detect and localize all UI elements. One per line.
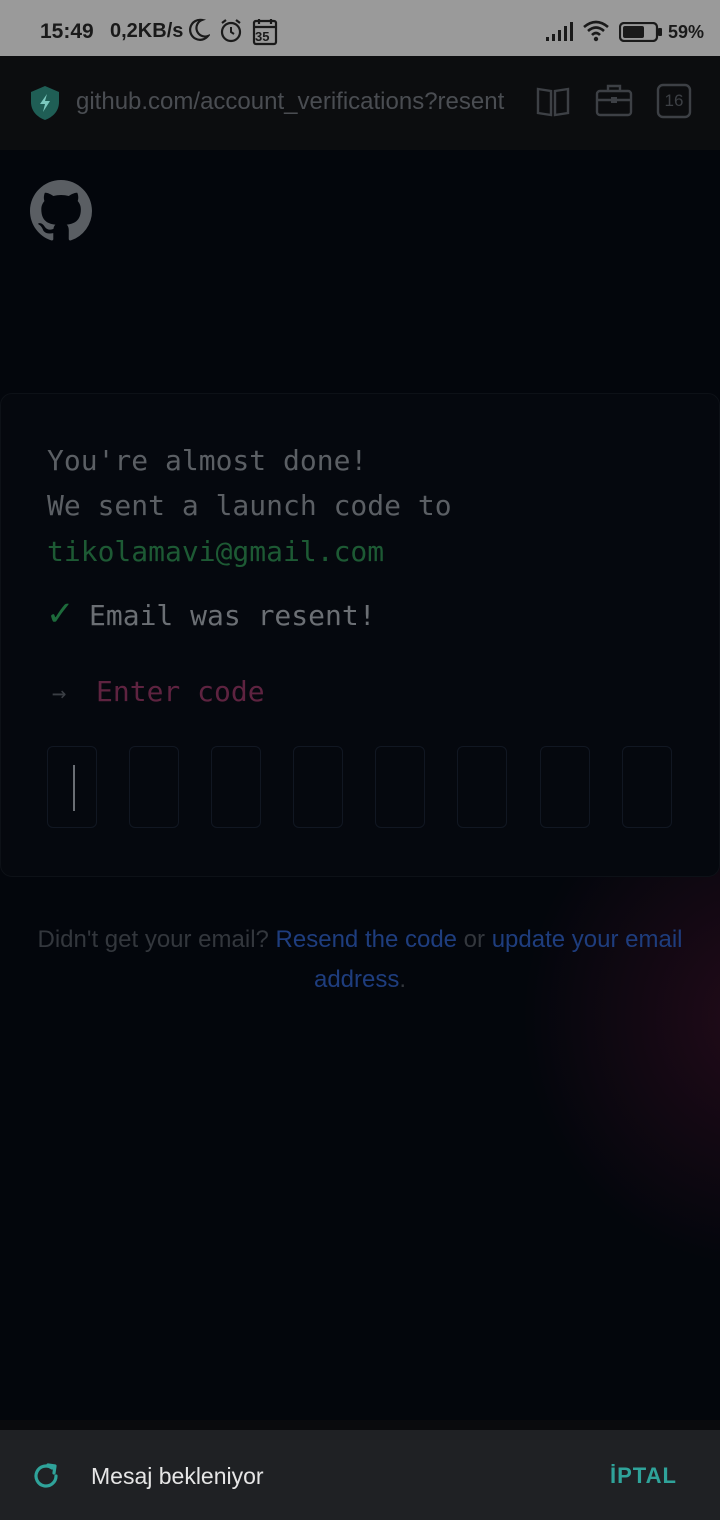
wifi-icon — [582, 20, 610, 47]
browser-url-bar: github.com/account_verifications?resent … — [0, 56, 720, 150]
email-address: tikolamavi@gmail.com — [47, 535, 385, 568]
waiting-message: Mesaj bekleniyor — [91, 1463, 264, 1489]
code-digit-input[interactable] — [622, 746, 672, 828]
arrow-right-icon: → — [52, 679, 67, 707]
help-text: Didn't get your email? Resend the code o… — [30, 920, 690, 1000]
signal-icon — [545, 22, 573, 47]
shield-lightning-icon[interactable] — [28, 84, 62, 127]
moon-icon — [188, 18, 212, 47]
code-digit-input[interactable] — [375, 746, 425, 828]
tab-count-icon[interactable]: 16 — [656, 83, 692, 124]
alarm-icon — [219, 18, 243, 49]
help-suffix: . — [399, 966, 407, 993]
cancel-button[interactable]: İPTAL — [610, 1463, 677, 1489]
text-caret — [73, 765, 75, 811]
code-digit-input[interactable] — [540, 746, 590, 828]
sent-code-text: We sent a launch code to — [47, 489, 452, 522]
email-resent-message: Email was resent! — [89, 599, 376, 632]
refresh-icon — [30, 1460, 62, 1497]
sms-waiting-sheet: Mesaj bekleniyor İPTAL — [0, 1430, 720, 1520]
enter-code-label: Enter code — [96, 675, 265, 708]
network-speed: 0,2KB/s — [110, 20, 184, 42]
page-content: You're almost done! We sent a launch cod… — [0, 150, 720, 1420]
checkmark-icon: ✓ — [46, 595, 75, 633]
status-bar: 15:49 0,2KB/s 35 59% — [0, 0, 720, 56]
sheet-divider — [0, 1420, 720, 1430]
code-digit-input[interactable] — [129, 746, 179, 828]
status-time: 15:49 — [40, 20, 94, 43]
code-digit-input[interactable] — [293, 746, 343, 828]
background-glow — [520, 850, 720, 1270]
tab-count: 16 — [664, 91, 684, 110]
github-logo-icon[interactable] — [30, 180, 92, 247]
code-digit-input[interactable] — [47, 746, 97, 828]
calendar-badge: 35 — [255, 29, 270, 44]
almost-done-text: You're almost done! — [47, 444, 368, 477]
url-field[interactable]: github.com/account_verifications?resent — [76, 88, 516, 116]
briefcase-icon[interactable] — [595, 82, 633, 123]
battery-icon — [618, 21, 663, 47]
help-prefix: Didn't get your email? — [37, 926, 276, 953]
battery-percent: 59% — [668, 22, 705, 42]
code-digit-input[interactable] — [457, 746, 507, 828]
resend-code-link[interactable]: Resend the code — [276, 926, 457, 953]
help-or: or — [457, 926, 492, 953]
code-digit-input[interactable] — [211, 746, 261, 828]
book-icon[interactable] — [535, 83, 571, 124]
